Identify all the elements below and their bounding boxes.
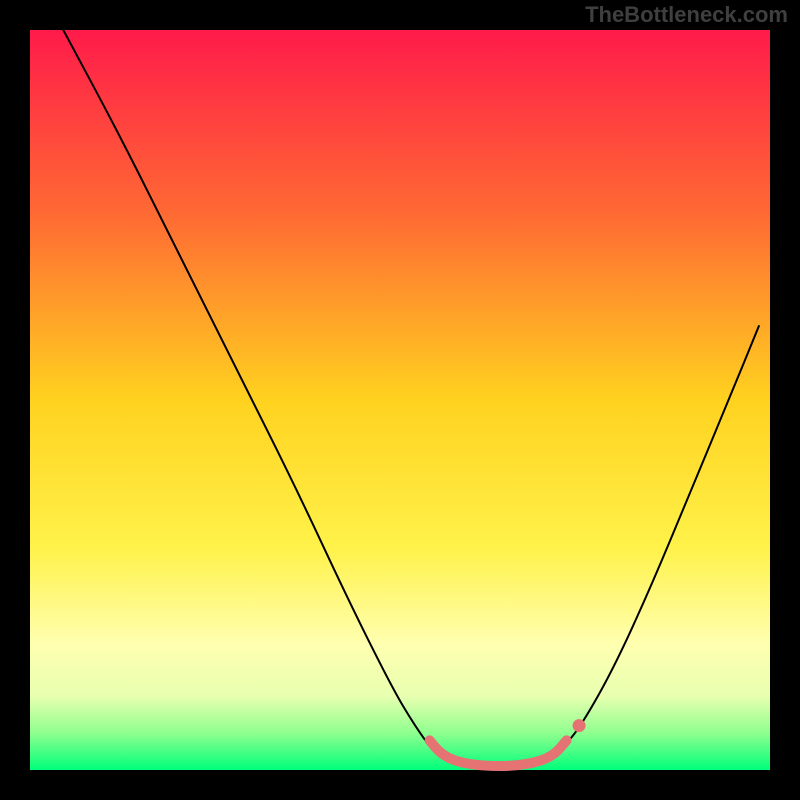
chart-frame: TheBottleneck.com bbox=[0, 0, 800, 800]
chart-background bbox=[30, 30, 770, 770]
marker-dot bbox=[573, 719, 586, 732]
bottleneck-chart bbox=[0, 0, 800, 800]
watermark-text: TheBottleneck.com bbox=[585, 2, 788, 28]
